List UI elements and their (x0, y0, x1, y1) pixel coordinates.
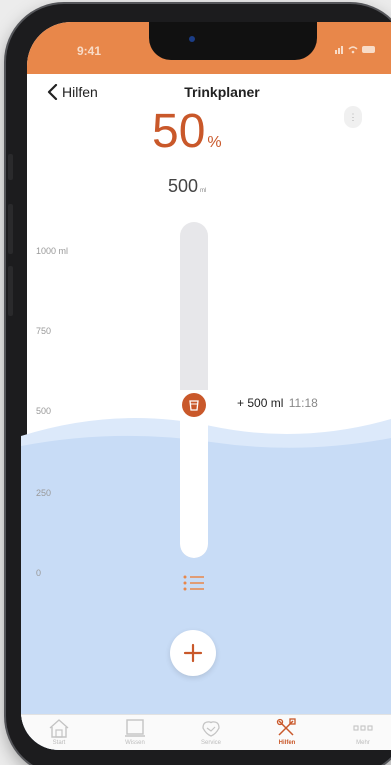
tab-hilfen[interactable]: Hilfen (249, 715, 325, 750)
tab-service[interactable]: Service (173, 715, 249, 750)
tab-mehr[interactable]: Mehr (325, 715, 391, 750)
handshake-icon (202, 721, 220, 737)
tab-bar: Start Wissen Service Hilfen Mehr (21, 714, 391, 750)
house-icon (49, 719, 69, 738)
tab-mehr-label: Mehr (356, 740, 370, 746)
tab-hilfen-label: Hilfen (278, 740, 296, 746)
tabbar-clip: Start Wissen Service Hilfen Mehr (21, 22, 391, 750)
tab-start-label: Start (52, 740, 66, 746)
tab-start[interactable]: Start (21, 715, 97, 750)
tab-wissen[interactable]: Wissen (97, 715, 173, 750)
volume-up-button (8, 204, 13, 254)
tools-icon (276, 718, 296, 736)
tab-wissen-label: Wissen (125, 740, 145, 746)
volume-down-button (8, 266, 13, 316)
more-icon (353, 725, 373, 731)
tab-service-label: Service (200, 740, 221, 746)
silent-switch (8, 154, 13, 180)
book-icon (125, 719, 145, 737)
